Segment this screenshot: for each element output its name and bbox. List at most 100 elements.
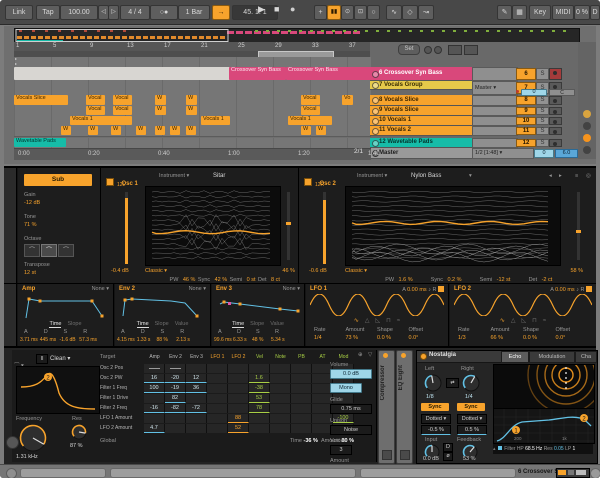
track-header-9[interactable]: 9 Vocals Slice	[370, 106, 479, 116]
computer-midi-keyboard-icon[interactable]: ▦	[512, 5, 527, 20]
tab-modulation[interactable]: Modulation	[529, 351, 575, 363]
adsr-value-D[interactable]: 1.33 s	[137, 337, 151, 343]
echo-right-knob[interactable]	[461, 373, 481, 393]
matrix-cell[interactable]: 12	[186, 374, 207, 383]
prev-wavetable-icon[interactable]: ◂	[549, 173, 552, 179]
osc2-wavetable-dropdown-icon[interactable]: ▾	[469, 173, 472, 179]
lfo-param-value[interactable]: 0.0°	[409, 335, 419, 341]
arrangement-overview[interactable]	[14, 28, 580, 43]
lfo-param-value[interactable]: 73 %	[346, 335, 359, 341]
lfo-param-value[interactable]: 1/4	[314, 335, 322, 341]
matrix-cell[interactable]	[228, 394, 249, 403]
clip[interactable]: Vocals 1	[288, 116, 332, 125]
solo-button-8[interactable]: S	[536, 96, 549, 105]
lfo-param-value[interactable]: 0.0 %	[377, 335, 391, 341]
track-header-6[interactable]: 6 Crossover Syn Bass	[370, 67, 479, 81]
osc1-category-chooser[interactable]: Instrument ▾	[159, 173, 189, 179]
matrix-cell[interactable]	[207, 394, 228, 403]
matrix-cell[interactable]	[144, 394, 165, 403]
envelope-mod-chooser[interactable]: None ▾	[92, 286, 109, 292]
matrix-cell[interactable]: -72	[186, 404, 207, 413]
matrix-cell[interactable]	[291, 394, 312, 403]
lfo-param-value[interactable]: 66 %	[491, 335, 504, 341]
adsr-value-S[interactable]: 88 %	[157, 337, 168, 343]
clip[interactable]: W	[61, 126, 71, 135]
lfo-shape-icon-4[interactable]: ≈	[543, 318, 546, 324]
res-value[interactable]: 0.05	[554, 446, 564, 452]
arrangement-position-display[interactable]: 45. 1. 1	[232, 5, 278, 20]
octave-up-button[interactable]: ⌒	[58, 244, 74, 257]
gain-value[interactable]: -12 dB	[24, 200, 40, 206]
track-io-6[interactable]	[472, 67, 518, 81]
arm-button-9[interactable]	[549, 107, 562, 115]
matrix-cell[interactable]	[186, 394, 207, 403]
osc1-pan-value[interactable]: 12L	[117, 182, 125, 188]
solo-button-10[interactable]: S	[536, 117, 549, 125]
arm-button-12[interactable]	[549, 139, 562, 147]
osc2-wavetable-display[interactable]	[345, 186, 561, 266]
matrix-cell[interactable]: 4.7	[144, 424, 165, 433]
clip[interactable]: Wavetable Pads	[14, 138, 66, 147]
nudge-up-icon[interactable]: ▷	[108, 5, 119, 20]
matrix-cell[interactable]: -16	[144, 404, 165, 413]
track-unfold-icon[interactable]	[372, 139, 379, 147]
adsr-value-A[interactable]: 3.71 ms	[20, 337, 38, 343]
lock-envelopes-toggle-icon[interactable]	[464, 45, 478, 55]
clip[interactable]: Vocals 1	[70, 116, 132, 125]
solo-button-9[interactable]: S	[536, 107, 549, 115]
matrix-cell[interactable]: 53	[249, 394, 270, 403]
octave-down-button[interactable]: ⌒	[24, 244, 40, 257]
clip[interactable]: Vocals Slice	[14, 95, 68, 105]
matrix-cell[interactable]	[144, 414, 165, 423]
automation-arm-icon[interactable]: ∿	[386, 5, 402, 20]
record-button[interactable]: ●	[290, 4, 295, 14]
clip[interactable]: W	[170, 126, 180, 135]
track-number-11[interactable]: 11	[516, 127, 536, 135]
reenable-automation-icon[interactable]: ◇	[402, 5, 418, 20]
envelope-display[interactable]	[22, 294, 109, 320]
echo-input-value[interactable]: 0.0 dB	[423, 456, 439, 462]
matrix-cell[interactable]	[249, 414, 270, 423]
clip[interactable]: W	[111, 126, 121, 135]
track-io-11[interactable]	[472, 126, 518, 136]
echo-left-value[interactable]: 1/8	[426, 394, 434, 400]
lfo-shape-icon-1[interactable]: △	[365, 318, 370, 324]
lp-value[interactable]: 1	[573, 446, 576, 452]
filter-frequency-value[interactable]: 1.31 kHz	[16, 454, 38, 460]
track-number-6[interactable]: 6	[516, 68, 536, 80]
voices-value[interactable]: 3	[330, 445, 352, 455]
adsr-value-A[interactable]: 99.6 ms	[214, 337, 232, 343]
lfo-param-value[interactable]: 0.0 %	[523, 335, 537, 341]
clip[interactable]: Vocals 1	[201, 116, 230, 125]
play-button[interactable]: ▶	[258, 4, 265, 15]
echo-left-offset-value[interactable]: -0.5 %	[421, 425, 451, 435]
matrix-cell[interactable]	[270, 384, 291, 393]
osc2-gain-value[interactable]: -0.6 dB	[309, 268, 327, 274]
volume-value[interactable]: 0.0 dB	[330, 369, 372, 379]
matrix-cell[interactable]	[291, 424, 312, 433]
solo-button-12[interactable]: S	[536, 139, 549, 147]
master-volume2-value[interactable]: 6.0	[555, 149, 578, 158]
filter-on-checkbox[interactable]	[497, 446, 502, 450]
osc1-wavetable-display[interactable]	[145, 186, 281, 266]
groove-amount-chooser[interactable]: ○●	[150, 5, 178, 20]
osc1-wavetable-chooser[interactable]: Sitar	[213, 173, 225, 179]
matrix-cell[interactable]: 16	[144, 374, 165, 383]
matrix-cell[interactable]	[270, 394, 291, 403]
envelope-display[interactable]	[216, 294, 300, 320]
track-unfold-icon[interactable]	[372, 70, 379, 78]
device-on-led[interactable]	[401, 353, 406, 358]
save-icon[interactable]: ▽	[368, 352, 372, 358]
note-sync-icon[interactable]: ♪	[428, 287, 431, 293]
adsr-value-S[interactable]: -1.6 dB	[60, 337, 76, 343]
tab-value[interactable]: Value	[270, 321, 284, 327]
matrix-cell[interactable]	[207, 384, 228, 393]
matrix-cell[interactable]	[207, 424, 228, 433]
clip[interactable]: Vocal	[113, 95, 132, 105]
matrix-cell[interactable]: 88	[228, 414, 249, 423]
track-header-12[interactable]: 12 Wavetable Pads	[370, 138, 479, 148]
tab-slope[interactable]: Slope	[67, 321, 81, 327]
filter-slope-toggle[interactable]: II	[36, 354, 48, 364]
clip[interactable]: Vocal	[301, 95, 320, 105]
loop-button[interactable]: ○	[367, 5, 380, 20]
